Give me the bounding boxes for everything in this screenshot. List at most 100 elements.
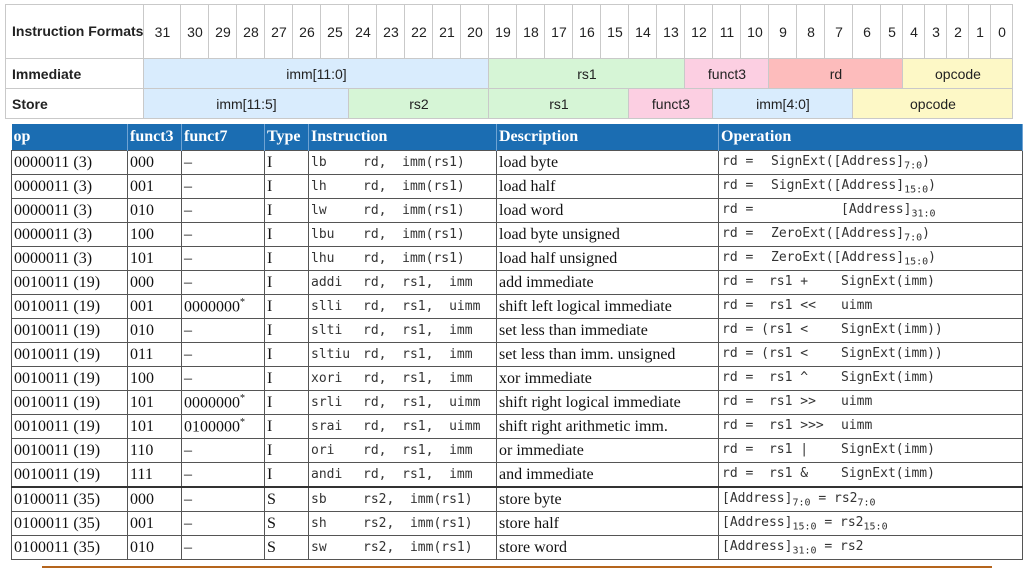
bit-number: 5 xyxy=(880,4,904,59)
instruction-formats-table: Instruction Formats 31 30 29 28 27 26 25 24 23 22 2… xyxy=(4,4,1014,119)
operands: rd, rs1, imm xyxy=(363,467,473,482)
instruction-cell: xori rd, rs1, imm xyxy=(308,366,497,391)
funct7-value: – xyxy=(184,177,192,195)
instruction-cell: srli rd, rs1, uimm xyxy=(308,390,497,415)
funct7-value: 0000000 xyxy=(184,298,240,316)
mnemonic: sltiu xyxy=(311,347,351,362)
instruction-row: 0000011 (3) 101– Ilhu rd, imm(rs1) load half… xyxy=(11,246,1023,271)
op-cell: 0100011 (35) xyxy=(11,535,128,560)
operation-cell: [Address]31:0 = rs2 xyxy=(718,535,1023,560)
funct3-cell: 010 xyxy=(127,535,182,560)
operands: rd, rs1, imm xyxy=(363,275,473,290)
operation-rhs-text: [Address] xyxy=(841,202,912,217)
bit-number: 31 xyxy=(143,4,182,59)
operands: rd, rs1, uimm xyxy=(363,299,481,314)
instruction-cell: lhu rd, imm(rs1) xyxy=(308,246,497,271)
header-operation: Operation xyxy=(718,124,1023,151)
bit-number: 27 xyxy=(264,4,294,59)
bit-number: 11 xyxy=(712,4,742,59)
formats-bit-header: Instruction Formats 31 30 29 28 27 26 25 24 23 22 2… xyxy=(4,4,1014,59)
operands: rd, imm(rs1) xyxy=(363,251,465,266)
mnemonic: srli xyxy=(311,395,343,410)
funct7-value: – xyxy=(184,153,192,171)
instruction-row: 0010011 (19) 111– Iandi rd, rs1, imm and imm… xyxy=(11,462,1023,488)
funct7-cell: 0000000* xyxy=(181,390,265,415)
funct7-cell: – xyxy=(181,198,265,223)
bit-number: 19 xyxy=(488,4,518,59)
operation-cell: rd = ZeroExt([Address]15:0) xyxy=(718,246,1023,271)
funct7-cell: – xyxy=(181,486,265,512)
bit-number: 9 xyxy=(768,4,798,59)
operands: rd, rs1, uimm xyxy=(363,419,481,434)
instruction-cell: lw rd, imm(rs1) xyxy=(308,198,497,223)
operands: rd, imm(rs1) xyxy=(363,179,465,194)
operation-rhs-text: SignExt([Address] xyxy=(771,154,905,169)
funct3-cell: 010 xyxy=(127,198,182,223)
operation-rhs: SignExt(imm)) xyxy=(841,322,943,337)
funct3-cell: 101 xyxy=(127,246,182,271)
operation-rhs: uimm xyxy=(841,298,872,313)
format-field: imm[11:5] xyxy=(143,88,350,119)
mnemonic: slli xyxy=(311,299,343,314)
operation-rhs: uimm xyxy=(841,394,872,409)
format-field: rs2 xyxy=(348,88,490,119)
operation-subscript: 31:0 xyxy=(911,208,936,220)
format-name: Immediate xyxy=(4,58,145,89)
operation-rhs: ZeroExt([Address]7:0) xyxy=(771,226,930,244)
instruction-cell: sw rs2, imm(rs1) xyxy=(308,535,497,560)
instruction-row: 0010011 (19) 011– Isltiu rd, rs1, imm set le… xyxy=(11,342,1023,367)
operation-rhs: uimm xyxy=(841,418,872,433)
type-cell: I xyxy=(264,414,309,439)
operation-address: [Address] xyxy=(722,491,793,506)
bit-number: 28 xyxy=(236,4,266,59)
funct3-cell: 101 xyxy=(127,414,182,439)
op-cell: 0010011 (19) xyxy=(11,366,128,391)
operation-subscript: 15:0 xyxy=(792,521,817,533)
operation-subscript: 15:0 xyxy=(863,521,888,533)
operation-rhs: SignExt(imm) xyxy=(841,466,935,481)
description-cell: set less than imm. unsigned xyxy=(496,342,719,367)
mnemonic: sb xyxy=(311,492,327,507)
type-cell: I xyxy=(264,222,309,247)
funct3-cell: 111 xyxy=(127,462,182,488)
operation-subscript: 7:0 xyxy=(904,160,923,172)
instruction-cell: lb rd, imm(rs1) xyxy=(308,150,497,175)
instruction-cell: slli rd, rs1, uimm xyxy=(308,294,497,319)
funct7-cell: – xyxy=(181,462,265,488)
mnemonic: lb xyxy=(311,155,327,170)
operation-lhs: rd = rs1 + xyxy=(722,274,809,289)
operation-rhs: [Address]31:0 xyxy=(841,202,936,220)
instruction-cell: addi rd, rs1, imm xyxy=(308,270,497,295)
operation-rhs: ZeroExt([Address]15:0) xyxy=(771,250,936,268)
description-cell: load half xyxy=(496,174,719,199)
operands: rd, rs1, uimm xyxy=(363,395,481,410)
operation-rhs: SignExt([Address]7:0) xyxy=(771,154,930,172)
bit-number: 15 xyxy=(600,4,630,59)
operation-cell: rd = [Address]31:0 xyxy=(718,198,1023,223)
mnemonic: lhu xyxy=(311,251,335,266)
description-cell: load byte unsigned xyxy=(496,222,719,247)
bit-number: 16 xyxy=(572,4,602,59)
bit-number: 4 xyxy=(902,4,926,59)
operation-tail: ) xyxy=(928,178,936,193)
type-cell: I xyxy=(264,366,309,391)
bit-number: 22 xyxy=(404,4,434,59)
operation-rhs: SignExt(imm) xyxy=(841,274,935,289)
formats-header-label: Instruction Formats xyxy=(4,4,145,59)
funct7-cell: – xyxy=(181,318,265,343)
type-cell: I xyxy=(264,174,309,199)
operation-subscript: 15:0 xyxy=(904,256,929,268)
type-cell: I xyxy=(264,390,309,415)
funct7-footnote-mark: * xyxy=(240,416,245,428)
header-description: Description xyxy=(496,124,719,151)
operation-cell: rd = rs1 | SignExt(imm) xyxy=(718,438,1023,463)
funct7-value: – xyxy=(184,345,192,363)
header-op: op xyxy=(11,124,128,151)
funct3-cell: 011 xyxy=(127,342,182,367)
description-cell: shift right arithmetic imm. xyxy=(496,414,719,439)
bit-number: 2 xyxy=(946,4,970,59)
instruction-cell: sh rs2, imm(rs1) xyxy=(308,511,497,536)
operation-tail: ) xyxy=(922,226,930,241)
funct7-cell: – xyxy=(181,511,265,536)
funct3-cell: 100 xyxy=(127,222,182,247)
